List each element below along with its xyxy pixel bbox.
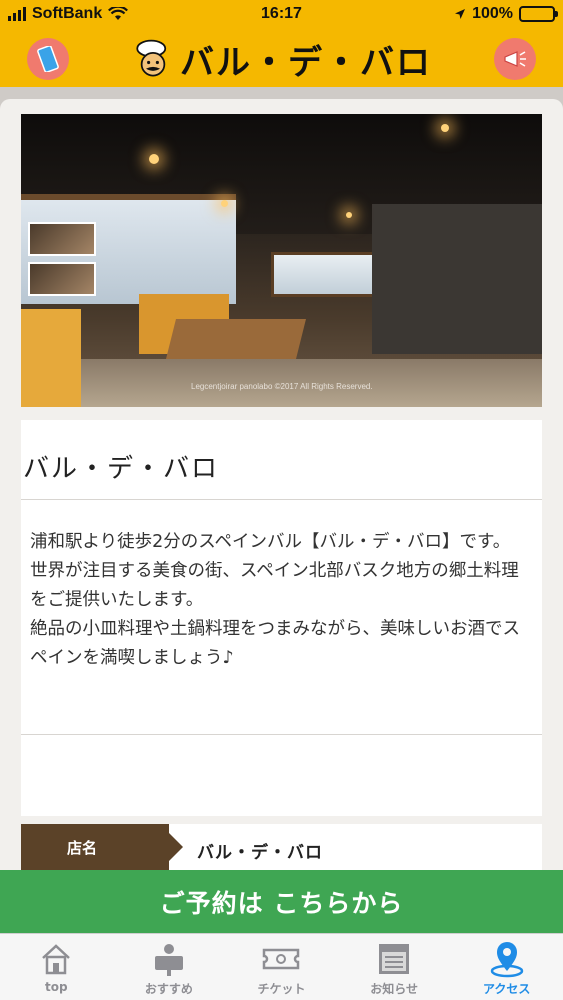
shop-title: バル・デ・バロ <box>23 454 220 484</box>
tab-label: おすすめ <box>144 982 193 996</box>
tab-ticket[interactable]: チケット <box>225 934 338 1000</box>
title-divider <box>21 499 542 500</box>
reserve-button[interactable]: ご予約は こちらから <box>0 870 563 933</box>
home-icon <box>36 940 76 978</box>
chef-mascot-icon <box>136 39 167 77</box>
detail-label: 店名 <box>21 824 183 871</box>
photo-credit: Legcentjoirar panolabo ©2017 All Rights … <box>191 382 373 391</box>
description-line: 世界が注目する美食の街、スペイン北部バスク地方の郷土料理をご提供いたします。 <box>30 561 519 610</box>
ticket-icon <box>261 940 301 978</box>
tab-bar: top おすすめ チケット お知らせ アクセス <box>0 933 563 1000</box>
battery-icon <box>519 6 558 22</box>
tab-access[interactable]: アクセス <box>450 934 563 1000</box>
announcement-button[interactable] <box>494 38 536 80</box>
tab-label: top <box>45 980 68 994</box>
panorama-thumbnails[interactable] <box>28 222 98 302</box>
tab-label: チケット <box>257 982 306 996</box>
megaphone-icon <box>504 51 526 67</box>
shop-info-card: バル・デ・バロ 浦和駅より徒歩2分のスペインバル【バル・デ・バロ】です。 世界が… <box>21 420 542 816</box>
status-bar: SoftBank 16:17 100% <box>0 0 563 30</box>
detail-row-shop-name: 店名 バル・デ・バロ <box>21 824 542 871</box>
tab-recommend[interactable]: おすすめ <box>113 934 226 1000</box>
description-line: 絶品の小皿料理や土鍋料理をつまみながら、美味しいお酒でスペインを満喫しましょう♪ <box>30 619 520 668</box>
recommend-icon <box>149 940 189 978</box>
location-arrow-icon <box>455 9 466 19</box>
location-pin-icon <box>487 940 527 978</box>
description-line: 浦和駅より徒歩2分のスペインバル【バル・デ・バロ】です。 <box>30 532 511 552</box>
battery-percent: 100% <box>472 5 513 22</box>
tab-label: お知らせ <box>370 982 418 996</box>
call-button[interactable] <box>27 38 69 80</box>
news-icon <box>374 940 414 978</box>
panorama-thumbnail[interactable] <box>28 222 96 256</box>
app-header: SoftBank 16:17 100% バル・デ・バロ <box>0 0 563 87</box>
detail-value: バル・デ・バロ <box>197 843 323 863</box>
tab-news[interactable]: お知らせ <box>338 934 451 1000</box>
tab-label: アクセス <box>482 982 531 996</box>
panorama-thumbnail[interactable] <box>28 262 96 296</box>
app-logo: バル・デ・バロ <box>132 33 432 85</box>
tab-top[interactable]: top <box>0 934 113 1000</box>
phone-icon <box>37 46 59 72</box>
logo-text: バル・デ・バロ <box>180 42 432 83</box>
panorama-photo[interactable]: Legcentjoirar panolabo ©2017 All Rights … <box>21 114 542 407</box>
shop-description: 浦和駅より徒歩2分のスペインバル【バル・デ・バロ】です。 世界が注目する美食の街… <box>30 528 535 673</box>
status-right: 100% <box>454 5 558 23</box>
description-divider <box>21 734 542 735</box>
